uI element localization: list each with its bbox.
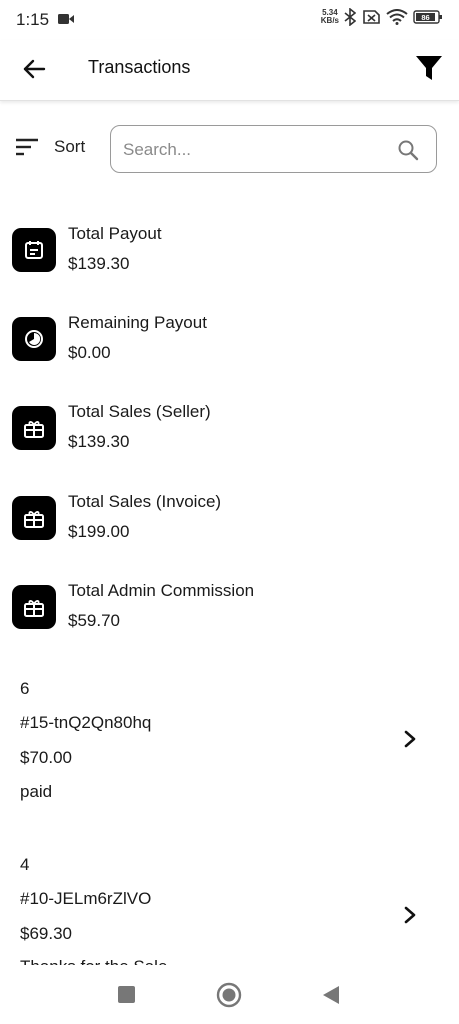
status-time: 1:15: [16, 10, 50, 29]
summary-value: $139.30: [68, 432, 130, 451]
filter-icon[interactable]: [415, 53, 443, 83]
transaction-item[interactable]: 4 #10-JELm6rZlVO $69.30 Thanks for the S…: [0, 852, 459, 965]
status-bar: 1:15 5.34 KB/s 86: [0, 0, 459, 40]
transaction-ref: #10-JELm6rZlVO: [20, 889, 152, 908]
sort-label: Sort: [54, 137, 86, 156]
transaction-id: 6: [20, 679, 30, 698]
network-speed: 5.34 KB/s: [321, 9, 339, 25]
search-placeholder: Search...: [123, 140, 192, 159]
video-record-icon: [58, 14, 74, 24]
calendar-icon: [12, 228, 56, 272]
sort-icon: [16, 138, 38, 156]
gift-icon: [12, 406, 56, 450]
system-nav-bar: [0, 965, 459, 1024]
transaction-ref: #15-tnQ2Qn80hq: [20, 713, 152, 732]
clock-icon: [12, 317, 56, 361]
summary-item-total-sales-seller: Total Sales (Seller) $139.30: [12, 402, 452, 462]
chevron-right-icon[interactable]: [399, 904, 421, 926]
home-button[interactable]: [216, 982, 242, 1008]
transaction-note: paid: [20, 782, 53, 801]
nav-back-button[interactable]: [321, 984, 341, 1006]
page-title: Transactions: [88, 57, 191, 77]
summary-value: $199.00: [68, 522, 130, 541]
search-input[interactable]: Search...: [110, 125, 437, 173]
transaction-note: Thanks for the Sale: [20, 957, 167, 965]
summary-item-remaining-payout: Remaining Payout $0.00: [12, 313, 452, 373]
summary-value: $139.30: [68, 254, 130, 273]
transaction-amount: $70.00: [20, 748, 72, 767]
summary-label: Total Admin Commission: [68, 581, 255, 600]
summary-item-total-payout: Total Payout $139.30: [12, 224, 452, 284]
transaction-amount: $69.30: [20, 924, 72, 943]
battery-icon: 86: [413, 10, 442, 24]
app-bar: Transactions: [0, 40, 459, 101]
network-speed-unit: KB/s: [320, 16, 339, 25]
summary-item-total-admin-commission: Total Admin Commission $59.70: [12, 581, 452, 641]
wifi-icon: [386, 9, 408, 25]
summary-label: Total Sales (Seller): [68, 402, 211, 421]
gift-icon: [12, 585, 56, 629]
battery-level: 86: [421, 13, 429, 22]
sort-button[interactable]: Sort: [14, 137, 85, 157]
summary-item-total-sales-invoice: Total Sales (Invoice) $199.00: [12, 492, 452, 552]
search-icon[interactable]: [397, 139, 419, 161]
summary-label: Total Payout: [68, 224, 162, 243]
recents-button[interactable]: [118, 986, 135, 1003]
chevron-right-icon[interactable]: [399, 728, 421, 750]
back-arrow-icon[interactable]: [20, 54, 50, 84]
bluetooth-icon: [344, 8, 356, 26]
summary-label: Total Sales (Invoice): [68, 492, 222, 511]
no-sim-icon: [363, 10, 380, 24]
transaction-id: 4: [20, 855, 30, 874]
transaction-item[interactable]: 6 #15-tnQ2Qn80hq $70.00 paid: [0, 676, 459, 816]
gift-icon: [12, 496, 56, 540]
summary-value: $59.70: [68, 611, 120, 630]
status-icons: 5.34 KB/s 86: [321, 8, 443, 26]
summary-label: Remaining Payout: [68, 313, 207, 332]
summary-value: $0.00: [68, 343, 111, 362]
